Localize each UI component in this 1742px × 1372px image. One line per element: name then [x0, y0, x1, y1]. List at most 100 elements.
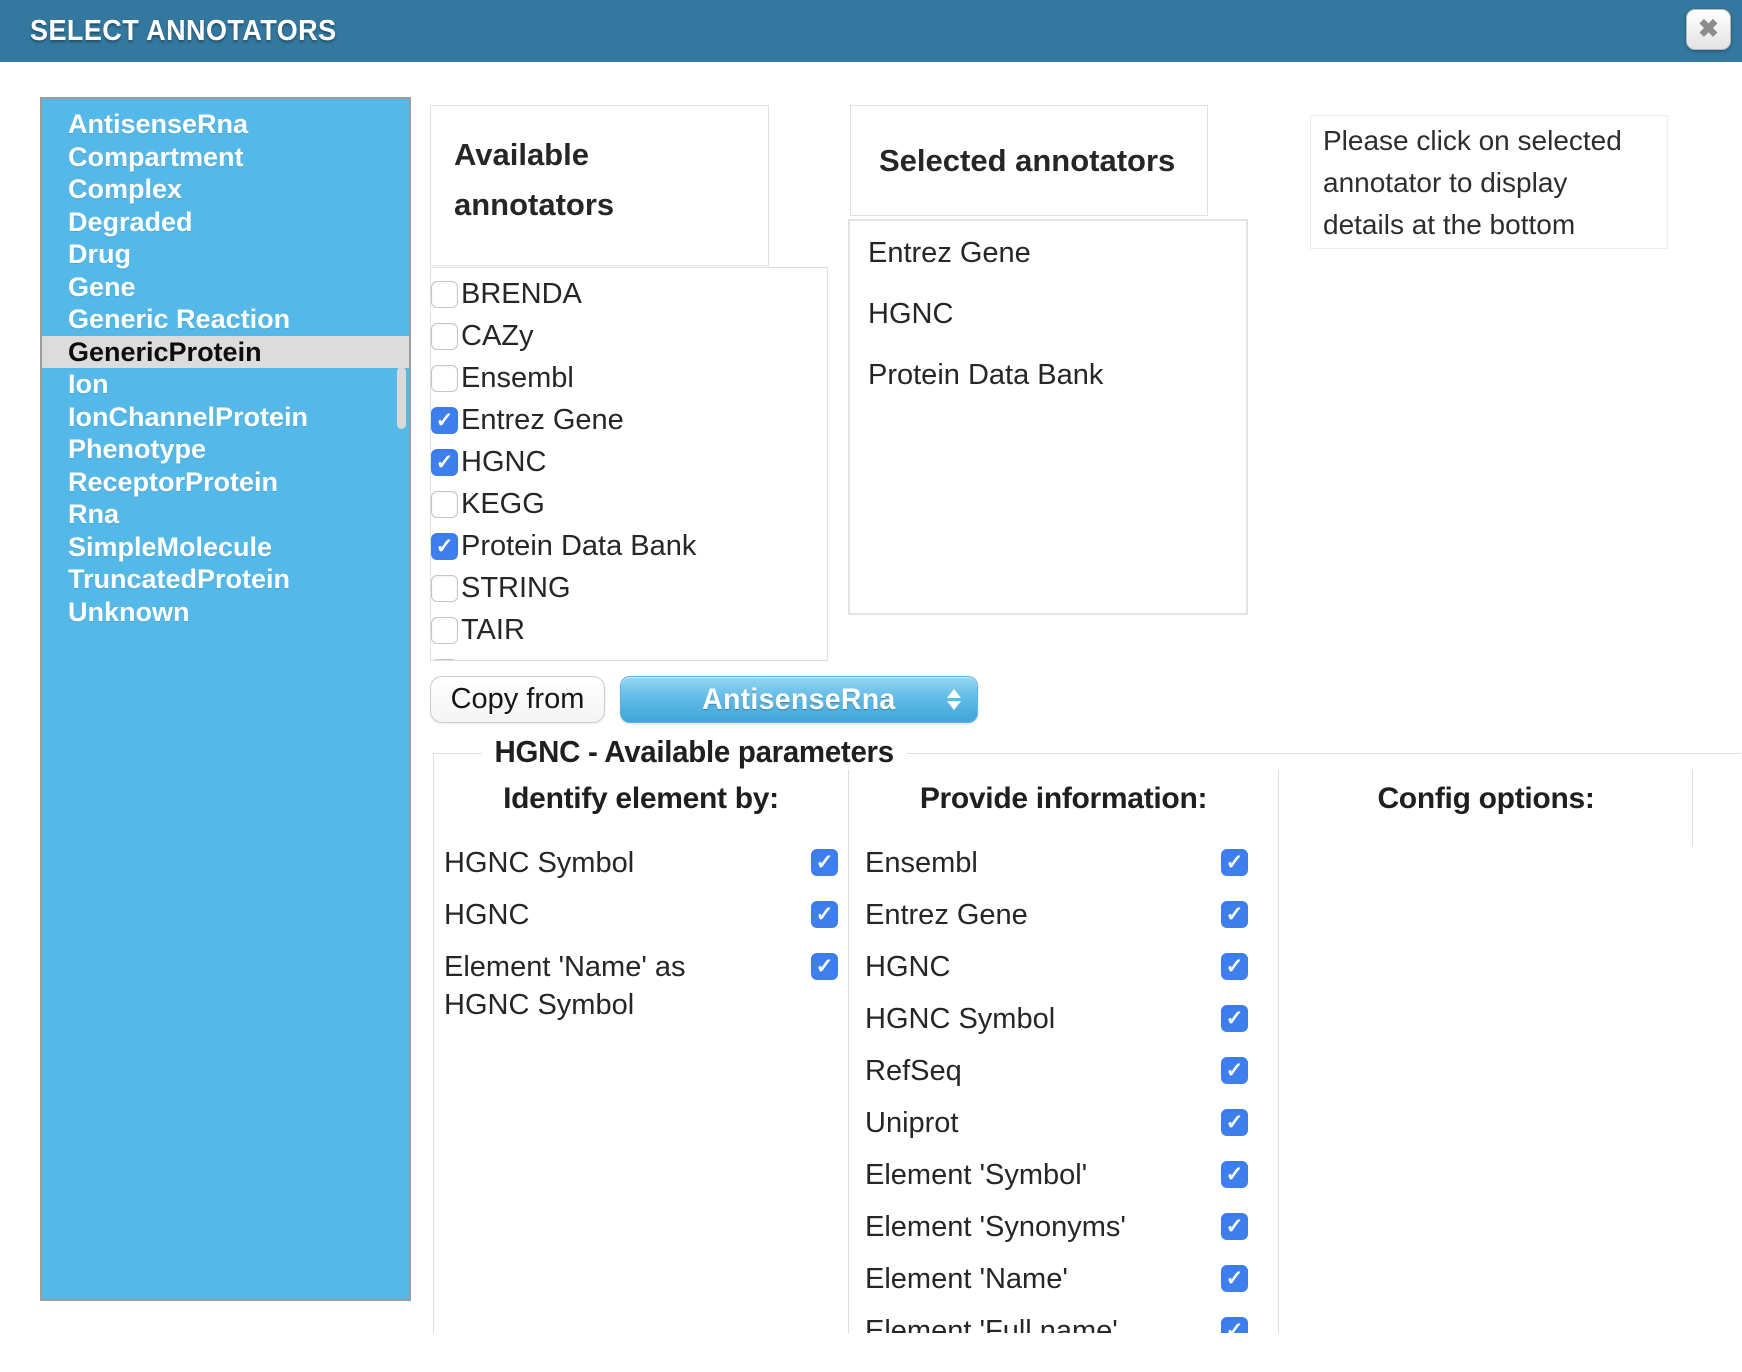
sidebar-item-generic-reaction[interactable]: Generic Reaction: [42, 303, 409, 336]
check-icon: ✓: [1226, 956, 1244, 977]
parameter-label: Element 'Name' as HGNC Symbol: [444, 948, 744, 1024]
checkbox-checked[interactable]: ✓: [1221, 1005, 1248, 1032]
sidebar-scrollbar-thumb[interactable]: [397, 367, 406, 429]
checkbox-unchecked[interactable]: [431, 365, 458, 392]
annotator-label: Uniprot: [461, 656, 555, 662]
available-annotators-list: BRENDACAZyEnsembl✓Entrez Gene✓HGNCKEGG✓P…: [430, 267, 828, 661]
copy-from-row: Copy from AntisenseRna: [430, 676, 978, 723]
parameters-legend: HGNC - Available parameters: [481, 734, 907, 770]
sidebar-item-simplemolecule[interactable]: SimpleMolecule: [42, 531, 409, 564]
available-annotator-ensembl[interactable]: Ensembl: [431, 357, 827, 399]
sidebar-item-genericprotein[interactable]: GenericProtein: [42, 336, 409, 369]
parameter-label: Element 'Full name': [865, 1312, 1118, 1333]
sidebar-item-gene[interactable]: Gene: [42, 271, 409, 304]
annotator-label: TAIR: [461, 614, 525, 647]
check-icon: ✓: [1226, 1164, 1244, 1185]
parameter-label: Element 'Synonyms': [865, 1208, 1126, 1246]
selected-annotator-protein-data-bank[interactable]: Protein Data Bank: [868, 361, 1246, 390]
checkbox-checked[interactable]: ✓: [1221, 1317, 1248, 1333]
parameter-label: HGNC Symbol: [444, 844, 634, 882]
available-annotator-kegg[interactable]: KEGG: [431, 483, 827, 525]
parameter-row-element-symbol: Element 'Symbol' ✓: [849, 1156, 1278, 1194]
copy-from-select[interactable]: AntisenseRna: [620, 676, 978, 723]
column-title-config: Config options:: [1279, 770, 1693, 816]
checkbox-checked[interactable]: ✓: [1221, 953, 1248, 980]
column-title-identify: Identify element by:: [434, 770, 848, 816]
annotator-label: Protein Data Bank: [461, 530, 696, 563]
parameter-label: Element 'Symbol': [865, 1156, 1087, 1194]
check-icon: ✓: [1226, 1216, 1244, 1237]
checkbox-unchecked[interactable]: [431, 491, 458, 518]
checkbox-checked[interactable]: ✓: [1221, 901, 1248, 928]
column-config-options: Config options:: [1279, 770, 1693, 1333]
checkbox-checked[interactable]: ✓: [811, 849, 838, 876]
available-annotator-entrez-gene[interactable]: ✓Entrez Gene: [431, 399, 827, 441]
available-annotator-cazy[interactable]: CAZy: [431, 315, 827, 357]
parameter-label: HGNC Symbol: [865, 1000, 1055, 1038]
checkbox-checked[interactable]: ✓: [811, 953, 838, 980]
checkbox-unchecked[interactable]: [431, 659, 458, 662]
parameter-label: HGNC: [865, 948, 950, 986]
column-rows-provide: Ensembl✓Entrez Gene✓HGNC✓HGNC Symbol✓Ref…: [849, 844, 1278, 1333]
selected-annotator-entrez-gene[interactable]: Entrez Gene: [868, 239, 1246, 268]
check-icon: ✓: [436, 410, 454, 431]
checkbox-checked[interactable]: ✓: [1221, 1161, 1248, 1188]
checkbox-checked[interactable]: ✓: [1221, 1057, 1248, 1084]
sidebar-item-degraded[interactable]: Degraded: [42, 206, 409, 239]
available-annotator-brenda[interactable]: BRENDA: [431, 273, 827, 315]
parameter-label: RefSeq: [865, 1052, 962, 1090]
parameter-row-hgnc-symbol: HGNC Symbol ✓: [849, 1000, 1278, 1038]
parameter-label: Entrez Gene: [865, 896, 1028, 934]
sidebar-item-compartment[interactable]: Compartment: [42, 141, 409, 174]
check-icon: ✓: [1226, 1320, 1244, 1333]
parameters-columns: Identify element by: HGNC Symbol✓HGNC✓El…: [434, 770, 1741, 1333]
checkbox-checked[interactable]: ✓: [1221, 1109, 1248, 1136]
sidebar-item-ionchannelprotein[interactable]: IonChannelProtein: [42, 401, 409, 434]
column-rows-identify: HGNC Symbol ✓ HGNC ✓ Element 'Name' as HGNC …: [434, 844, 848, 1024]
sidebar-item-receptorprotein[interactable]: ReceptorProtein: [42, 466, 409, 499]
checkbox-unchecked[interactable]: [431, 281, 458, 308]
sidebar-item-truncatedprotein[interactable]: TruncatedProtein: [42, 563, 409, 596]
close-icon: ✖: [1698, 17, 1719, 42]
parameter-label: HGNC: [444, 896, 529, 934]
checkbox-unchecked[interactable]: [431, 575, 458, 602]
available-annotator-tair[interactable]: TAIR: [431, 609, 827, 651]
parameter-row-hgnc: HGNC ✓: [849, 948, 1278, 986]
sidebar-item-ion[interactable]: Ion: [42, 368, 409, 401]
checkbox-checked[interactable]: ✓: [431, 449, 458, 476]
copy-from-selected-value: AntisenseRna: [702, 683, 895, 717]
selected-annotator-hgnc[interactable]: HGNC: [868, 300, 1246, 329]
parameter-row-element-name: Element 'Name'✓: [849, 1260, 1278, 1298]
sidebar-item-drug[interactable]: Drug: [42, 238, 409, 271]
chevron-up-icon: [947, 689, 961, 698]
sidebar-item-phenotype[interactable]: Phenotype: [42, 433, 409, 466]
sidebar-item-antisenserna[interactable]: AntisenseRna: [42, 108, 409, 141]
column-provide-information: Provide information: Ensembl✓Entrez Gene…: [849, 770, 1279, 1333]
checkbox-checked[interactable]: ✓: [1221, 1213, 1248, 1240]
parameter-row-refseq: RefSeq ✓: [849, 1052, 1278, 1090]
checkbox-unchecked[interactable]: [431, 617, 458, 644]
annotator-parameters-fieldset: HGNC - Available parameters Identify ele…: [433, 753, 1741, 1333]
check-icon: ✓: [816, 904, 834, 925]
checkbox-checked[interactable]: ✓: [1221, 849, 1248, 876]
copy-from-button[interactable]: Copy from: [430, 676, 605, 723]
annotator-label: HGNC: [461, 446, 546, 479]
available-annotator-hgnc[interactable]: ✓HGNC: [431, 441, 827, 483]
checkbox-checked[interactable]: ✓: [811, 901, 838, 928]
sidebar-item-rna[interactable]: Rna: [42, 498, 409, 531]
annotator-type-list: AntisenseRnaCompartmentComplexDegradedDr…: [40, 97, 411, 1301]
checkbox-checked[interactable]: ✓: [431, 407, 458, 434]
check-icon: ✓: [1226, 1060, 1244, 1081]
sidebar-item-unknown[interactable]: Unknown: [42, 596, 409, 629]
close-button[interactable]: ✖: [1686, 9, 1731, 50]
checkbox-checked[interactable]: ✓: [1221, 1265, 1248, 1292]
sidebar-item-complex[interactable]: Complex: [42, 173, 409, 206]
column-divider: [1692, 770, 1693, 846]
dialog-title: SELECT ANNOTATORS: [30, 0, 337, 62]
available-annotator-string[interactable]: STRING: [431, 567, 827, 609]
available-annotator-protein-data-bank[interactable]: ✓Protein Data Bank: [431, 525, 827, 567]
checkbox-checked[interactable]: ✓: [431, 533, 458, 560]
available-annotator-uniprot[interactable]: Uniprot: [431, 651, 827, 661]
available-annotators-heading: Available annotators: [430, 105, 769, 266]
checkbox-unchecked[interactable]: [431, 323, 458, 350]
